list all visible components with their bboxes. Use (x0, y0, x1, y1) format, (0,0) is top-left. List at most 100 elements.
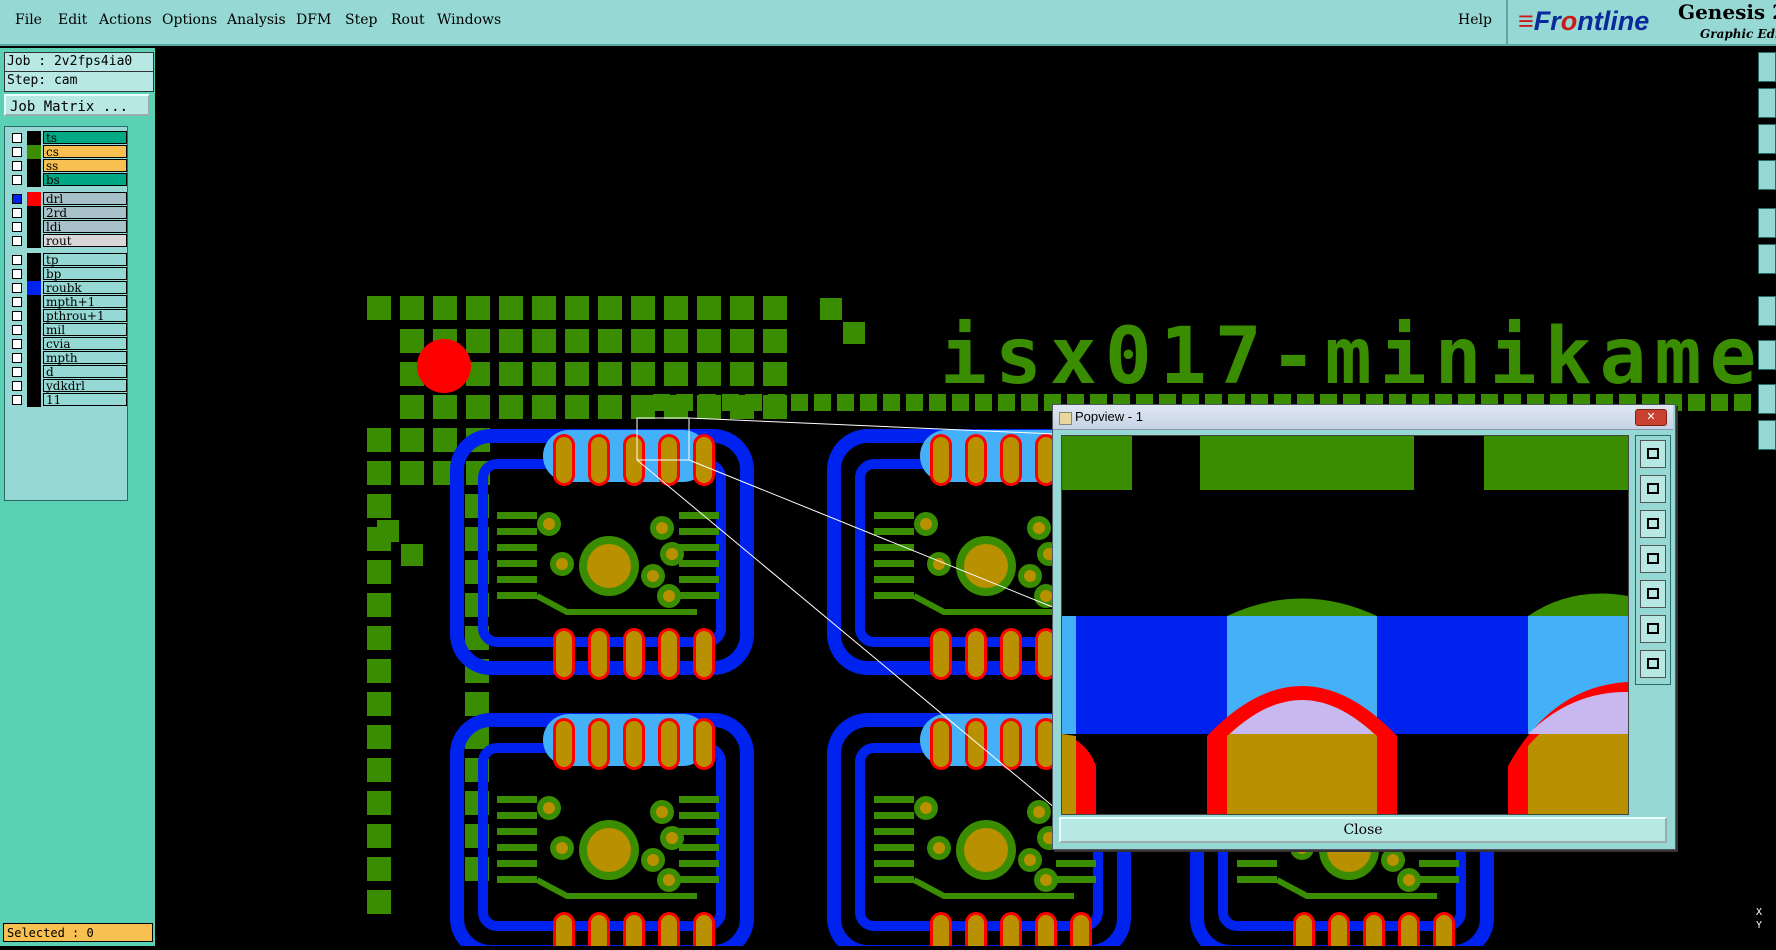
layer-row-mil[interactable]: mil (7, 323, 127, 337)
layer-row-tp[interactable]: tp (7, 253, 127, 267)
layer-color-swatch[interactable] (27, 206, 41, 220)
layer-row-ydkdrl[interactable]: ydkdrl (7, 379, 127, 393)
layer-checkbox[interactable] (12, 325, 22, 335)
layer-checkbox[interactable] (12, 147, 22, 157)
layer-name[interactable]: bp (43, 267, 127, 280)
job-matrix-button[interactable]: Job Matrix ... (4, 94, 150, 116)
menu-step[interactable]: Step (345, 12, 377, 28)
layer-color-swatch[interactable] (27, 351, 41, 365)
layer-name[interactable]: bs (43, 173, 127, 186)
tool-icon[interactable] (1758, 296, 1776, 326)
menu-help[interactable]: Help (1458, 12, 1492, 28)
layer-row-11[interactable]: 11 (7, 393, 127, 407)
tool-icon[interactable] (1758, 88, 1776, 118)
layer-checkbox[interactable] (12, 236, 22, 246)
layer-color-swatch[interactable] (27, 309, 41, 323)
layer-row-pthrou+1[interactable]: pthrou+1 (7, 309, 127, 323)
layer-row-mpth[interactable]: mpth (7, 351, 127, 365)
layer-color-swatch[interactable] (27, 337, 41, 351)
layer-name[interactable]: ydkdrl (43, 379, 127, 392)
menu-dfm[interactable]: DFM (296, 12, 331, 28)
tool-icon[interactable] (1758, 340, 1776, 370)
pan-right-icon[interactable] (1640, 580, 1666, 608)
layer-checkbox[interactable] (12, 395, 22, 405)
layer-color-swatch[interactable] (27, 234, 41, 248)
layer-color-swatch[interactable] (27, 295, 41, 309)
layer-name[interactable]: pthrou+1 (43, 309, 127, 322)
layer-row-bs[interactable]: bs (7, 173, 127, 187)
layer-row-ss[interactable]: ss (7, 159, 127, 173)
layer-row-rout[interactable]: rout (7, 234, 127, 248)
layer-name[interactable]: drl (43, 192, 127, 205)
layer-checkbox[interactable] (12, 353, 22, 363)
layer-checkbox[interactable] (12, 255, 22, 265)
layer-name[interactable]: 2rd (43, 206, 127, 219)
layer-color-swatch[interactable] (27, 379, 41, 393)
layer-name[interactable]: mpth (43, 351, 127, 364)
layer-row-d[interactable]: d (7, 365, 127, 379)
layer-color-swatch[interactable] (27, 253, 41, 267)
layer-row-mpth+1[interactable]: mpth+1 (7, 295, 127, 309)
tool-icon[interactable] (1758, 52, 1776, 82)
layer-color-swatch[interactable] (27, 220, 41, 234)
layer-checkbox[interactable] (12, 208, 22, 218)
layer-row-drl[interactable]: drl (7, 192, 127, 206)
layer-checkbox[interactable] (12, 175, 22, 185)
layer-color-swatch[interactable] (27, 173, 41, 187)
tool-icon[interactable] (1758, 160, 1776, 190)
layer-name[interactable]: mil (43, 323, 127, 336)
layer-checkbox[interactable] (12, 381, 22, 391)
layer-checkbox[interactable] (12, 222, 22, 232)
layer-row-roubk[interactable]: roubk (7, 281, 127, 295)
layer-checkbox[interactable] (12, 194, 22, 204)
layer-row-cs[interactable]: cs (7, 145, 127, 159)
menu-windows[interactable]: Windows (437, 12, 501, 28)
layer-name[interactable]: mpth+1 (43, 295, 127, 308)
pan-left-icon[interactable] (1640, 545, 1666, 573)
tool-icon[interactable] (1758, 208, 1776, 238)
layer-name[interactable]: 11 (43, 393, 127, 406)
zoom-fit-icon[interactable] (1640, 650, 1666, 678)
layer-checkbox[interactable] (12, 339, 22, 349)
layer-checkbox[interactable] (12, 367, 22, 377)
layer-name[interactable]: rout (43, 234, 127, 247)
layer-row-cvia[interactable]: cvia (7, 337, 127, 351)
zoom-icon[interactable] (1640, 440, 1666, 468)
layer-checkbox[interactable] (12, 283, 22, 293)
layer-color-swatch[interactable] (27, 131, 41, 145)
tool-icon[interactable] (1758, 124, 1776, 154)
menu-file[interactable]: File (15, 12, 42, 28)
close-button[interactable]: Close (1059, 817, 1667, 843)
zoom-out-icon[interactable] (1640, 615, 1666, 643)
layer-row-2rd[interactable]: 2rd (7, 206, 127, 220)
close-icon[interactable]: ✕ (1635, 409, 1667, 426)
menu-rout[interactable]: Rout (391, 12, 425, 28)
layer-color-swatch[interactable] (27, 393, 41, 407)
layer-checkbox[interactable] (12, 297, 22, 307)
popview-canvas[interactable] (1061, 435, 1629, 815)
layer-name[interactable]: tp (43, 253, 127, 266)
layer-name[interactable]: d (43, 365, 127, 378)
tool-icon[interactable] (1758, 384, 1776, 414)
layer-name[interactable]: cvia (43, 337, 127, 350)
layer-checkbox[interactable] (12, 133, 22, 143)
pan-up-icon[interactable] (1640, 475, 1666, 503)
layer-checkbox[interactable] (12, 269, 22, 279)
layer-checkbox[interactable] (12, 161, 22, 171)
layer-color-swatch[interactable] (27, 323, 41, 337)
layer-color-swatch[interactable] (27, 159, 41, 173)
layer-row-bp[interactable]: bp (7, 267, 127, 281)
menu-analysis[interactable]: Analysis (227, 12, 286, 28)
menu-actions[interactable]: Actions (99, 12, 152, 28)
layer-name[interactable]: ts (43, 131, 127, 144)
layer-row-ts[interactable]: ts (7, 131, 127, 145)
layer-name[interactable]: ss (43, 159, 127, 172)
layer-color-swatch[interactable] (27, 267, 41, 281)
layer-name[interactable]: roubk (43, 281, 127, 294)
layer-name[interactable]: ldi (43, 220, 127, 233)
pan-down-icon[interactable] (1640, 510, 1666, 538)
popview-titlebar[interactable]: Popview - 1 ✕ (1053, 405, 1673, 430)
tool-icon[interactable] (1758, 420, 1776, 450)
menu-options[interactable]: Options (162, 12, 217, 28)
layer-row-ldi[interactable]: ldi (7, 220, 127, 234)
